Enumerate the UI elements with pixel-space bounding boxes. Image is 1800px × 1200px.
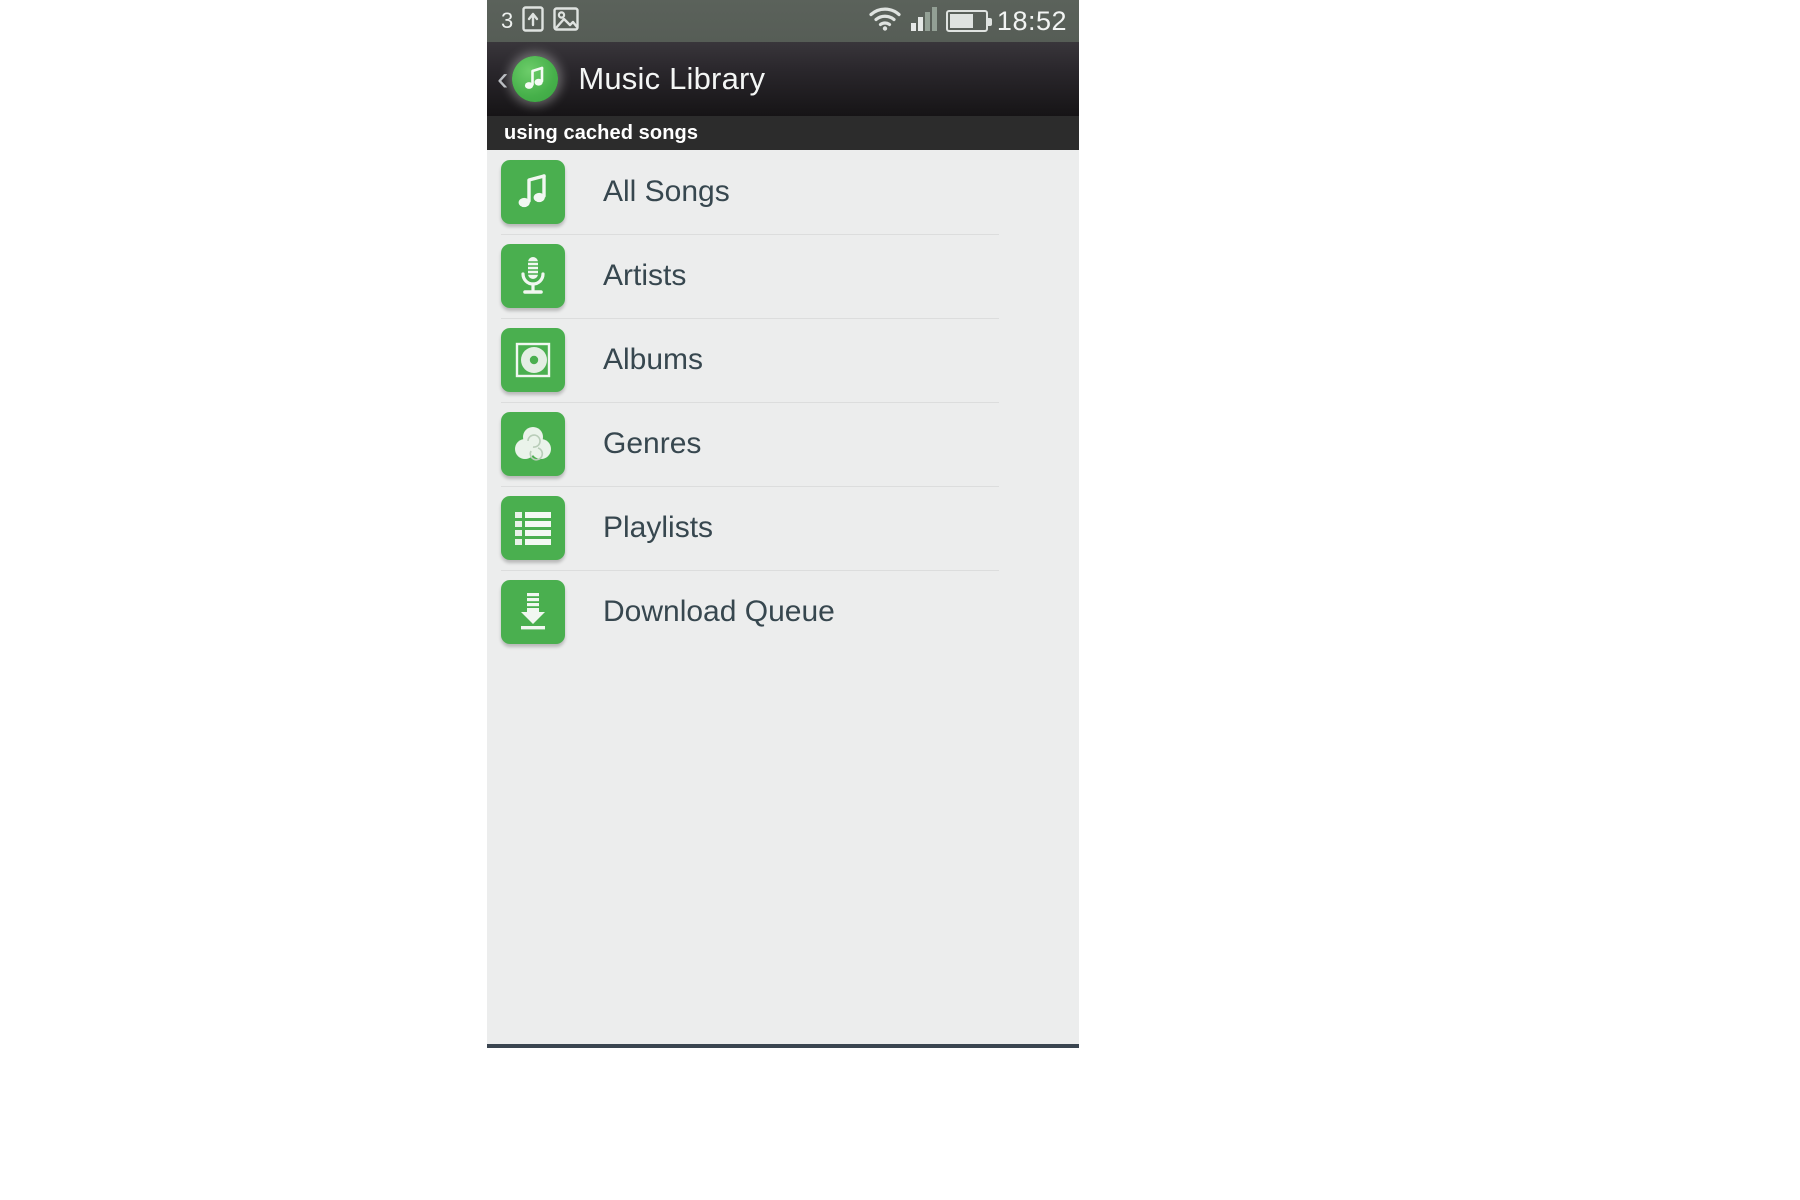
screenshot-image-icon — [553, 6, 579, 37]
list-item-download-queue[interactable]: Download Queue — [487, 570, 1079, 654]
list-item-artists[interactable]: Artists — [487, 234, 1079, 318]
microphone-icon — [501, 244, 565, 308]
list-item-label: Artists — [603, 259, 687, 292]
music-note-icon — [501, 160, 565, 224]
genres-cloud-icon — [501, 412, 565, 476]
cell-signal-icon — [910, 6, 937, 36]
list-item-label: Playlists — [603, 511, 714, 544]
library-list: All Songs Artists Albums Genres Playlist… — [487, 150, 1079, 1044]
title-bar: ‹ Music Library — [487, 42, 1079, 116]
cache-status-bar: using cached songs — [487, 116, 1079, 150]
back-button[interactable]: ‹ — [497, 62, 508, 96]
cache-status-label: using cached songs — [504, 121, 699, 144]
sdcard-upload-icon — [522, 5, 544, 37]
status-bar-left: 3 — [501, 5, 579, 37]
battery-icon — [945, 10, 992, 32]
list-item-label: Genres — [603, 427, 702, 460]
list-item-playlists[interactable]: Playlists — [487, 486, 1079, 570]
wifi-icon — [868, 6, 902, 37]
status-bar-right: 18:52 — [868, 6, 1067, 37]
list-item-label: All Songs — [603, 175, 730, 208]
list-item-all-songs[interactable]: All Songs — [487, 150, 1079, 234]
download-arrow-icon — [501, 580, 565, 644]
music-note-badge-icon — [512, 56, 559, 102]
list-item-genres[interactable]: Genres — [487, 402, 1079, 486]
album-disc-icon — [501, 328, 565, 392]
list-item-label: Download Queue — [603, 595, 835, 628]
list-bullets-icon — [501, 496, 565, 560]
now-playing-bar[interactable]: Now Playing — [487, 1044, 1079, 1048]
notification-count: 3 — [501, 8, 514, 33]
status-bar: 3 18:52 — [487, 0, 1079, 42]
screenshot-canvas: 3 18:52 ‹ Music Library using cached son… — [0, 0, 1800, 1200]
list-item-label: Albums — [603, 343, 704, 376]
list-item-albums[interactable]: Albums — [487, 318, 1079, 402]
status-bar-clock: 18:52 — [996, 5, 1067, 36]
phone-screen: 3 18:52 ‹ Music Library using cached son… — [487, 0, 1079, 1048]
list-empty-space — [487, 654, 1079, 1044]
page-title: Music Library — [578, 61, 766, 96]
